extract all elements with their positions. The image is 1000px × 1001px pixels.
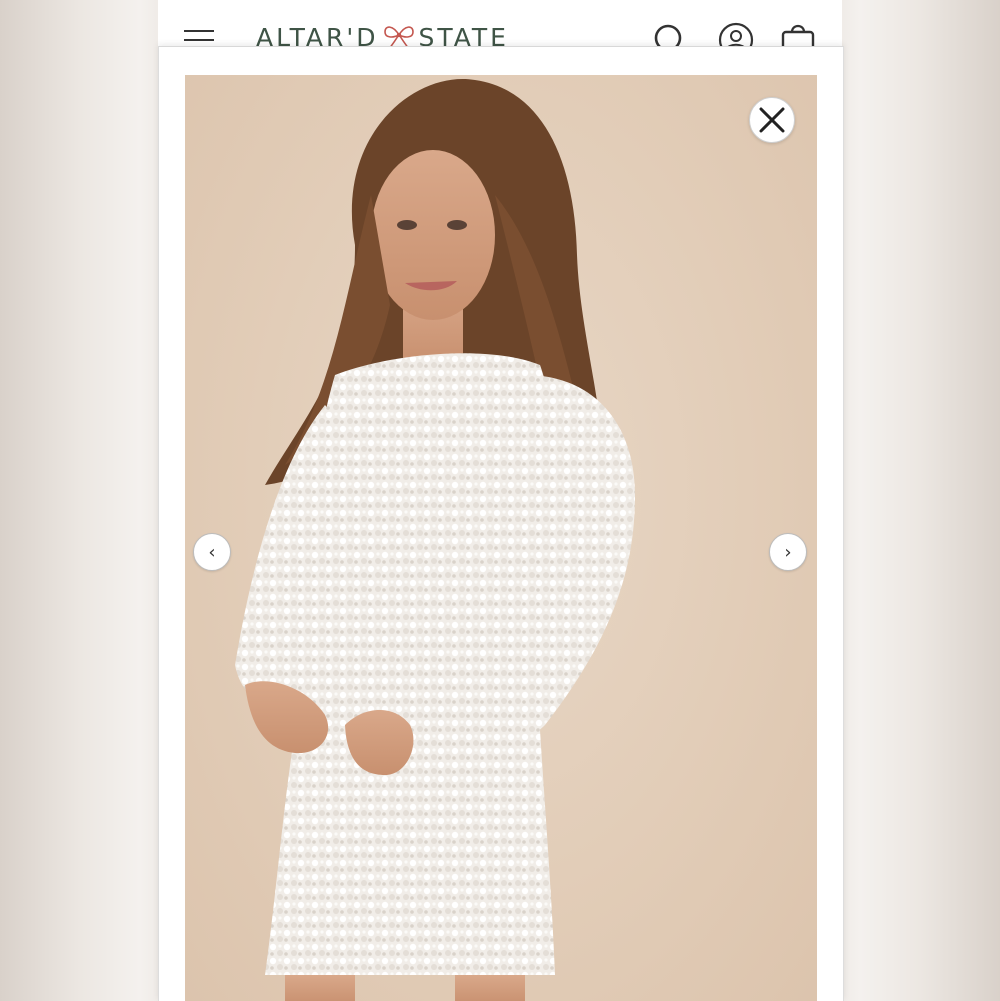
chevron-right-icon: › — [784, 541, 792, 563]
close-button[interactable] — [749, 97, 795, 143]
model-in-white-sequin-dress-illustration — [235, 78, 635, 1001]
phone-screen: ALTAR'D STATE ‹ › — [158, 0, 844, 1001]
site-header: ALTAR'D STATE — [158, 0, 842, 52]
image-gallery-modal: ‹ › — [158, 46, 844, 1001]
next-image-button[interactable]: › — [769, 533, 807, 571]
chevron-left-icon: ‹ — [208, 541, 216, 563]
product-image[interactable]: ‹ › — [185, 75, 817, 1001]
close-icon — [759, 107, 785, 133]
previous-image-button[interactable]: ‹ — [193, 533, 231, 571]
